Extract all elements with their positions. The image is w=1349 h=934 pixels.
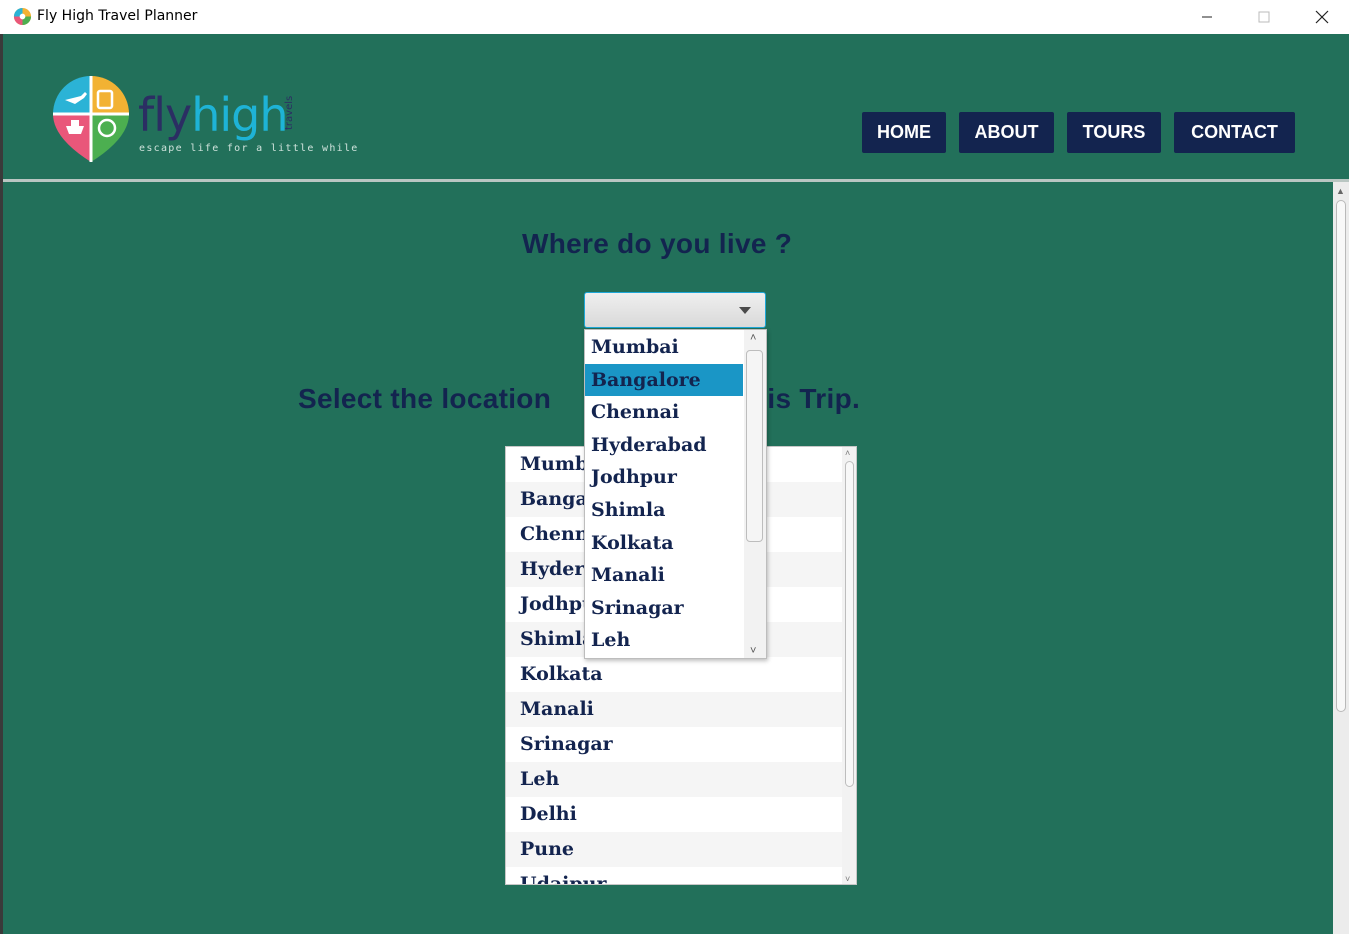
- dropdown-option[interactable]: Kolkata: [585, 527, 743, 560]
- app-header: flyhigh travels escape life for a little…: [3, 34, 1349, 179]
- page-scrollbar-thumb[interactable]: [1336, 200, 1346, 712]
- nav-about-button[interactable]: ABOUT: [959, 112, 1054, 153]
- scroll-up-icon[interactable]: ˄: [845, 448, 850, 458]
- list-item[interactable]: Delhi: [506, 797, 842, 832]
- nav-home-button[interactable]: HOME: [862, 112, 946, 153]
- chevron-up-icon[interactable]: ˄: [750, 332, 756, 344]
- dropdown-option[interactable]: Shimla: [585, 494, 743, 527]
- nav-tours-button[interactable]: TOURS: [1067, 112, 1161, 153]
- minimize-icon: [1202, 16, 1212, 18]
- logo-travels-text: travels: [284, 95, 295, 130]
- ship-icon: [66, 126, 84, 134]
- trip-location-question: Select the location o visit in this Trip…: [298, 383, 861, 414]
- nav-contact-button[interactable]: CONTACT: [1174, 112, 1295, 153]
- minimize-button[interactable]: [1183, 0, 1231, 34]
- dropdown-option[interactable]: Bangalore: [585, 363, 743, 397]
- close-button[interactable]: [1298, 0, 1346, 34]
- logo[interactable]: flyhigh travels escape life for a little…: [51, 74, 357, 164]
- close-icon: [1315, 10, 1329, 24]
- home-location-question: Where do you live ?: [522, 228, 793, 259]
- logo-fly-text: fly: [138, 88, 192, 142]
- scroll-up-icon[interactable]: ▲: [1336, 186, 1345, 196]
- maximize-icon: [1258, 11, 1270, 23]
- list-item[interactable]: Kolkata: [506, 657, 842, 692]
- logo-pin-icon: [53, 76, 129, 162]
- dropdown-option[interactable]: Leh: [585, 624, 743, 657]
- scroll-down-icon[interactable]: ˅: [845, 874, 850, 884]
- dropdown-option[interactable]: Hyderabad: [585, 429, 743, 462]
- list-item[interactable]: Leh: [506, 762, 842, 797]
- dropdown-option[interactable]: Jodhpur: [585, 461, 743, 494]
- home-location-combobox[interactable]: [584, 292, 766, 328]
- list-item[interactable]: Srinagar: [506, 727, 842, 762]
- list-item[interactable]: Udaipur: [506, 867, 842, 884]
- list-item[interactable]: Manali: [506, 692, 842, 727]
- dropdown-option[interactable]: Mumbai: [585, 331, 743, 364]
- logo-wordmark: flyhigh: [138, 92, 289, 138]
- maximize-button[interactable]: [1240, 0, 1288, 34]
- dropdown-options: Mumbai Bangalore Chennai Hyderabad Jodhpur Sh…: [585, 331, 743, 657]
- dropdown-option[interactable]: Srinagar: [585, 592, 743, 625]
- trip-list-scrollbar-thumb[interactable]: [845, 461, 854, 787]
- chevron-down-icon[interactable]: ˅: [750, 645, 756, 657]
- dropdown-option[interactable]: Manali: [585, 559, 743, 592]
- logo-high-text: high: [191, 88, 288, 142]
- dropdown-scrollbar-thumb[interactable]: [746, 350, 763, 542]
- dropdown-option[interactable]: Chennai: [585, 396, 743, 429]
- chevron-down-icon[interactable]: [739, 307, 751, 314]
- list-item[interactable]: Pune: [506, 832, 842, 867]
- trip-list-scrollbar[interactable]: ˄ ˅: [842, 447, 856, 884]
- dropdown-scrollbar[interactable]: ˄ ˅: [744, 330, 766, 658]
- logo-tagline: escape life for a little while: [139, 143, 359, 154]
- app-icon: [13, 7, 32, 26]
- home-location-dropdown[interactable]: Mumbai Bangalore Chennai Hyderabad Jodhpur Sh…: [584, 329, 767, 659]
- window-titlebar: Fly High Travel Planner: [0, 0, 1349, 34]
- page-scrollbar[interactable]: ▲: [1333, 182, 1349, 934]
- window-title: Fly High Travel Planner: [37, 8, 198, 24]
